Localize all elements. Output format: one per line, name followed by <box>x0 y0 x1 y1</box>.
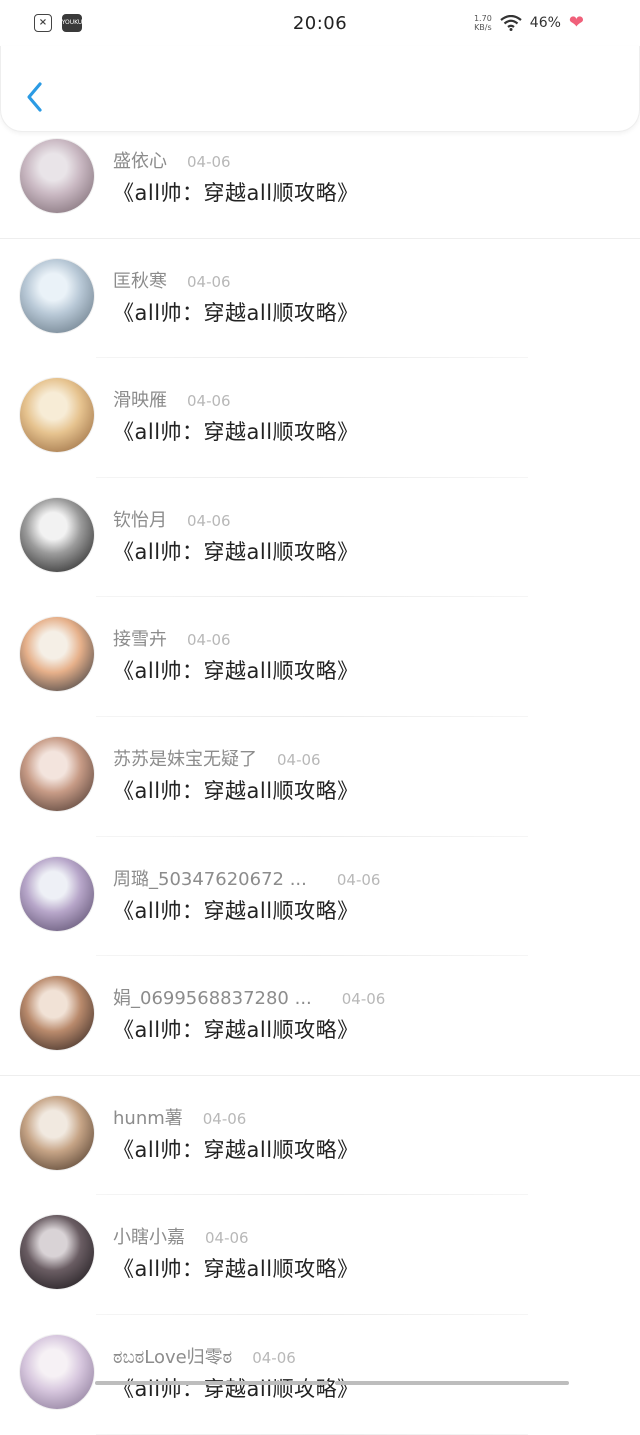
list-item-header: 周璐_50347620672 ... 04-06 <box>113 865 380 891</box>
user-name: 滑映雁 <box>113 390 167 412</box>
reader-list: 盛依心 04-06 《all帅：穿越all顺攻略》 匡秋寒 04-06 《all… <box>0 119 640 1435</box>
avatar[interactable] <box>20 378 94 453</box>
post-date: 04-06 <box>336 870 381 889</box>
avatar[interactable] <box>20 139 94 213</box>
user-name: 周璐_50347620672 ... <box>113 868 307 890</box>
list-item-header: 钦怡月 04-06 <box>113 506 231 532</box>
post-date: 04-06 <box>187 153 231 171</box>
list-item-header: 苏苏是妹宝无疑了 04-06 <box>113 745 321 771</box>
user-name: 苏苏是妹宝无疑了 <box>113 748 257 770</box>
user-name: hunm薯 <box>113 1107 183 1129</box>
avatar[interactable] <box>20 1334 94 1409</box>
network-speed-unit: KB/s <box>474 23 492 32</box>
avatar[interactable] <box>20 856 94 931</box>
book-title[interactable]: 《all帅：穿越all顺攻略》 <box>113 297 359 327</box>
book-title[interactable]: 《all帅：穿越all顺攻略》 <box>113 536 359 566</box>
divider <box>96 1433 528 1435</box>
network-speed-value: 1.70 <box>473 14 492 23</box>
book-title[interactable]: 《all帅：穿越all顺攻略》 <box>113 1134 359 1164</box>
user-name: 娟_0699568837280 ... <box>113 988 312 1010</box>
book-title[interactable]: 《all帅：穿越all顺攻略》 <box>113 655 359 685</box>
avatar[interactable] <box>20 1215 94 1290</box>
book-title[interactable]: 《all帅：穿越all顺攻略》 <box>113 775 359 805</box>
post-date: 04-06 <box>341 990 386 1009</box>
list-item-header: 娟_0699568837280 ... 04-06 <box>113 984 385 1010</box>
book-title[interactable]: 《all帅：穿越all顺攻略》 <box>113 1373 359 1403</box>
post-date: 04-06 <box>187 392 231 411</box>
status-time: 20:06 <box>292 12 348 34</box>
user-name: 接雪卉 <box>113 629 167 651</box>
book-title[interactable]: 《all帅：穿越all顺攻略》 <box>113 1253 359 1283</box>
list-item[interactable]: ಠಬಠLove归零ಠ 04-06 《all帅：穿越all顺攻略》 <box>0 1315 640 1435</box>
battery-percent: 46% <box>529 15 561 31</box>
list-item[interactable]: 周璐_50347620672 ... 04-06 《all帅：穿越all顺攻略》 <box>0 837 640 957</box>
list-item[interactable]: 苏苏是妹宝无疑了 04-06 《all帅：穿越all顺攻略》 <box>0 717 640 837</box>
list-item-header: 匡秋寒 04-06 <box>113 267 231 293</box>
post-date: 04-06 <box>205 1229 249 1248</box>
list-item[interactable]: hunm薯 04-06 《all帅：穿越all顺攻略》 <box>0 1076 640 1196</box>
avatar[interactable] <box>20 1095 94 1170</box>
post-date: 04-06 <box>277 750 321 769</box>
wifi-icon <box>500 15 522 31</box>
user-name: 小瞎小嘉 <box>113 1227 185 1249</box>
list-item[interactable]: 匡秋寒 04-06 《all帅：穿越all顺攻略》 <box>0 239 640 359</box>
avatar[interactable] <box>20 736 94 811</box>
home-indicator <box>95 1381 569 1385</box>
back-button[interactable] <box>23 80 47 114</box>
list-item[interactable]: 娟_0699568837280 ... 04-06 《all帅：穿越all顺攻略… <box>0 956 640 1076</box>
post-date: 04-06 <box>187 511 231 530</box>
heart-battery-icon: ❤ <box>568 12 584 33</box>
list-item-header: hunm薯 04-06 <box>113 1104 246 1130</box>
book-title[interactable]: 《all帅：穿越all顺攻略》 <box>113 1014 359 1044</box>
file-icon: × <box>34 14 52 32</box>
list-item-header: 滑映雁 04-06 <box>113 386 231 412</box>
post-date: 04-06 <box>187 272 231 291</box>
youku-icon: YOUKU <box>62 14 82 32</box>
list-item[interactable]: 小瞎小嘉 04-06 《all帅：穿越all顺攻略》 <box>0 1195 640 1315</box>
post-date: 04-06 <box>252 1348 296 1367</box>
avatar[interactable] <box>20 258 94 333</box>
list-item-header: ಠಬಠLove归零ಠ 04-06 <box>113 1343 296 1369</box>
book-title[interactable]: 《all帅：穿越all顺攻略》 <box>113 895 359 925</box>
post-date: 04-06 <box>202 1109 247 1128</box>
book-title[interactable]: 《all帅：穿越all顺攻略》 <box>113 416 359 446</box>
list-item[interactable]: 钦怡月 04-06 《all帅：穿越all顺攻略》 <box>0 478 640 598</box>
post-date: 04-06 <box>187 631 231 650</box>
avatar[interactable] <box>20 617 94 692</box>
user-name: 盛依心 <box>113 151 167 172</box>
status-bar-system-icons: 1.70 KB/s 46% ❤ <box>474 12 584 33</box>
status-bar-notification-icons: × YOUKU <box>34 14 82 32</box>
avatar[interactable] <box>20 976 94 1051</box>
user-name: ಠಬಠLove归零ಠ <box>113 1346 233 1368</box>
user-name: 钦怡月 <box>113 509 167 531</box>
list-item[interactable]: 盛依心 04-06 《all帅：穿越all顺攻略》 <box>0 119 640 239</box>
list-item[interactable]: 接雪卉 04-06 《all帅：穿越all顺攻略》 <box>0 597 640 717</box>
list-item[interactable]: 滑映雁 04-06 《all帅：穿越all顺攻略》 <box>0 358 640 478</box>
list-item-header: 盛依心 04-06 <box>113 147 231 173</box>
chevron-left-icon <box>27 82 42 112</box>
list-item-header: 小瞎小嘉 04-06 <box>113 1223 249 1249</box>
list-item-header: 接雪卉 04-06 <box>113 625 231 651</box>
book-title[interactable]: 《all帅：穿越all顺攻略》 <box>113 177 359 207</box>
network-speed: 1.70 KB/s <box>474 14 492 32</box>
avatar[interactable] <box>20 497 94 572</box>
top-navigation-bar <box>0 46 640 132</box>
status-bar: × YOUKU 20:06 1.70 KB/s 46% ❤ <box>0 0 640 46</box>
user-name: 匡秋寒 <box>113 270 167 292</box>
